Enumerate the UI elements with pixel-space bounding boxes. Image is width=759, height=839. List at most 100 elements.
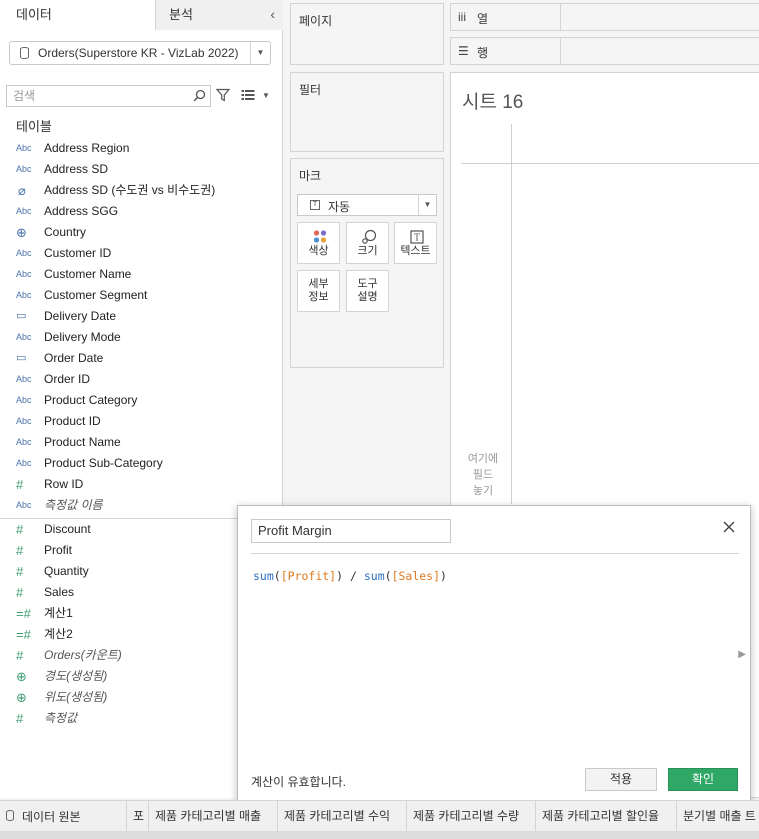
field-name: Orders(카운트) [44,648,122,662]
chevron-down-icon[interactable]: ▼ [418,195,436,215]
pages-card[interactable]: 페이지 [290,3,444,65]
detail-button[interactable]: 세부 정보 [297,270,340,312]
field-name: Order Date [44,351,104,365]
ok-button[interactable]: 확인 [668,768,738,791]
string-type-icon: Abc [16,500,32,510]
formula-operator: / [349,569,357,583]
string-type-icon: Abc [16,248,32,258]
chevron-down-icon[interactable]: ▼ [250,42,270,64]
filters-card-title: 필터 [299,83,322,97]
sheet-tab[interactable]: 포 [127,801,149,831]
filters-card[interactable]: 필터 [290,72,444,152]
list-view-icon[interactable] [241,89,255,101]
field-name: Address SD [44,162,109,176]
dimension-list: Abc Address Region Abc Address SD ⌀ Address S… [0,138,283,516]
number-type-icon: # [16,585,24,600]
size-button[interactable]: 크기 [346,222,389,264]
field-item[interactable]: Abc Address Region [0,138,283,159]
axis-divider-vertical [511,124,512,504]
filter-icon[interactable] [216,88,230,102]
apply-button[interactable]: 적용 [585,768,657,791]
calculation-dialog: Profit Margin sum([Profit]) / sum([Sales… [237,505,751,805]
number-type-icon: # [16,543,24,558]
formula-space [357,569,364,583]
datasource-select[interactable]: Orders(Superstore KR - VizLab 2022) ▼ [9,41,271,65]
string-type-icon: Abc [16,143,32,153]
field-item[interactable]: Abc Customer Segment [0,285,283,306]
field-item[interactable]: Abc Customer Name [0,264,283,285]
field-item[interactable]: Abc Address SGG [0,201,283,222]
sheet-tab[interactable]: 제품 카테고리별 할인율 [536,801,677,831]
drop-field-hint[interactable]: 여기에 필드 놓기 [461,451,505,499]
tooltip-button-label: 도구 설명 [357,278,378,303]
columns-drop-zone[interactable] [560,4,759,30]
field-item[interactable]: Abc Product Category [0,390,283,411]
marks-card-title: 마크 [299,169,322,183]
sheet-tab[interactable]: 제품 카테고리별 수익 [278,801,407,831]
field-name: Row ID [44,477,84,491]
number-type-icon: # [16,477,24,492]
field-item[interactable]: # Row ID [0,474,283,495]
field-name: 계산2 [44,627,73,641]
label-button[interactable]: T 텍스트 [394,222,437,264]
search-icon[interactable] [193,89,206,102]
field-item[interactable]: Abc Product Name [0,432,283,453]
field-item[interactable]: ⌀ Address SD (수도권 vs 비수도권) [0,180,283,201]
string-type-icon: Abc [16,395,32,405]
color-button[interactable]: 색상 [297,222,340,264]
tab-analysis-label: 분석 [169,7,193,22]
formula-paren: ( [273,569,281,583]
calendar-icon: ▭ [16,310,27,322]
search-input[interactable] [13,89,188,103]
field-item[interactable]: Abc Product ID [0,411,283,432]
tables-heading: 테이블 [16,119,52,134]
string-type-icon: Abc [16,206,32,216]
pages-card-title: 페이지 [299,14,333,28]
expand-arrow-icon[interactable]: ▶ [738,649,746,660]
sheet-tab[interactable]: 분기별 매출 트 [677,801,759,831]
field-name: Product ID [44,414,101,428]
globe-icon: ⊕ [16,225,27,240]
field-item[interactable]: Abc Delivery Mode [0,327,283,348]
sheet-title[interactable]: 시트 16 [462,87,523,114]
datasource-tab[interactable]: 데이터 원본 [0,801,127,831]
tab-analysis[interactable]: 분석 ‹ [155,0,283,30]
color-button-label: 색상 [308,245,329,257]
clip-icon: ⌀ [18,183,26,198]
text-mark-icon: T [310,200,320,210]
calendar-icon: ▭ [16,352,27,364]
mark-type-select[interactable]: T 자동 ▼ [297,194,437,216]
rows-icon: ☰ [458,44,469,58]
field-name: Product Name [44,435,121,449]
close-icon[interactable] [722,520,736,534]
size-button-label: 크기 [357,245,378,257]
columns-shelf: iii 열 [450,3,759,31]
field-item[interactable]: ▭ Delivery Date [0,306,283,327]
tooltip-button[interactable]: 도구 설명 [346,270,389,312]
formula-paren: ( [384,569,392,583]
tab-data[interactable]: 데이터 [0,0,155,30]
field-item[interactable]: Abc Address SD [0,159,283,180]
field-name: Profit [44,543,73,557]
sheet-tab-bar: 데이터 원본 포 제품 카테고리별 매출 제품 카테고리별 수익 제품 카테고리별 수… [0,800,759,831]
field-item[interactable]: Abc Product Sub-Category [0,453,283,474]
field-item[interactable]: Abc Customer ID [0,243,283,264]
field-item[interactable]: ⊕ Country [0,222,283,243]
pane-tabs: 데이터 분석 ‹ [0,0,283,30]
field-item[interactable]: ▭ Order Date [0,348,283,369]
sheet-tab[interactable]: 제품 카테고리별 수량 [407,801,536,831]
collapse-chevron-icon[interactable]: ‹ [270,0,275,28]
view-caret-icon[interactable]: ▼ [262,91,270,100]
datasource-tab-label: 데이터 원본 [22,810,81,824]
calculation-name-input[interactable]: Profit Margin [251,519,451,543]
formula-editor[interactable]: sum([Profit]) / sum([Sales]) [253,569,447,583]
field-name: Discount [44,522,91,536]
svg-text:T: T [414,234,420,244]
sheet-tab[interactable]: 제품 카테고리별 매출 [149,801,278,831]
globe-icon: ⊕ [16,690,27,705]
field-item[interactable]: Abc Order ID [0,369,283,390]
field-name: Customer Name [44,267,132,281]
number-type-icon: =# [16,606,31,621]
string-type-icon: Abc [16,374,32,384]
rows-drop-zone[interactable] [560,38,759,64]
